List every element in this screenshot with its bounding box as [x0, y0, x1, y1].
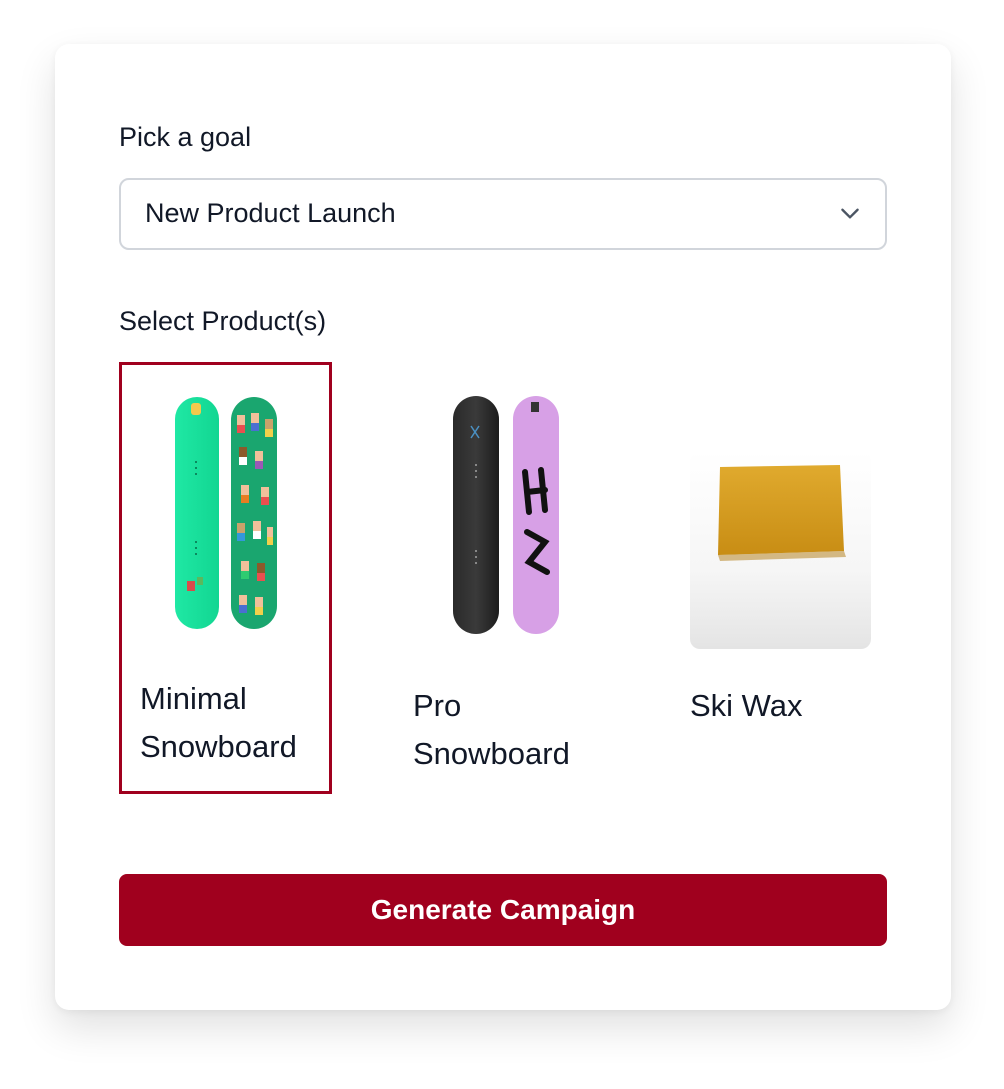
product-label: Select Product(s): [119, 306, 327, 336]
campaign-card: Pick a goal New Product Launch Select Pr…: [55, 44, 951, 1010]
ski-wax-image: [690, 451, 871, 649]
product-card-pro-snowboard[interactable]: Pro Snowboard: [395, 362, 605, 792]
pro-snowboard-image: [453, 396, 559, 634]
product-name: Pro Snowboard: [413, 688, 570, 771]
product-card-minimal-snowboard[interactable]: Minimal Snowboard: [119, 362, 332, 794]
product-name: Ski Wax: [690, 688, 803, 723]
product-name: Minimal Snowboard: [140, 681, 297, 764]
product-card-ski-wax[interactable]: Ski Wax: [673, 362, 873, 792]
goal-select-value: New Product Launch: [145, 198, 396, 228]
minimal-snowboard-image: [175, 397, 277, 629]
goal-label: Pick a goal: [119, 122, 252, 152]
generate-campaign-button[interactable]: Generate Campaign: [119, 874, 887, 946]
goal-select[interactable]: New Product Launch: [119, 178, 887, 250]
chevron-down-icon: [841, 208, 859, 219]
